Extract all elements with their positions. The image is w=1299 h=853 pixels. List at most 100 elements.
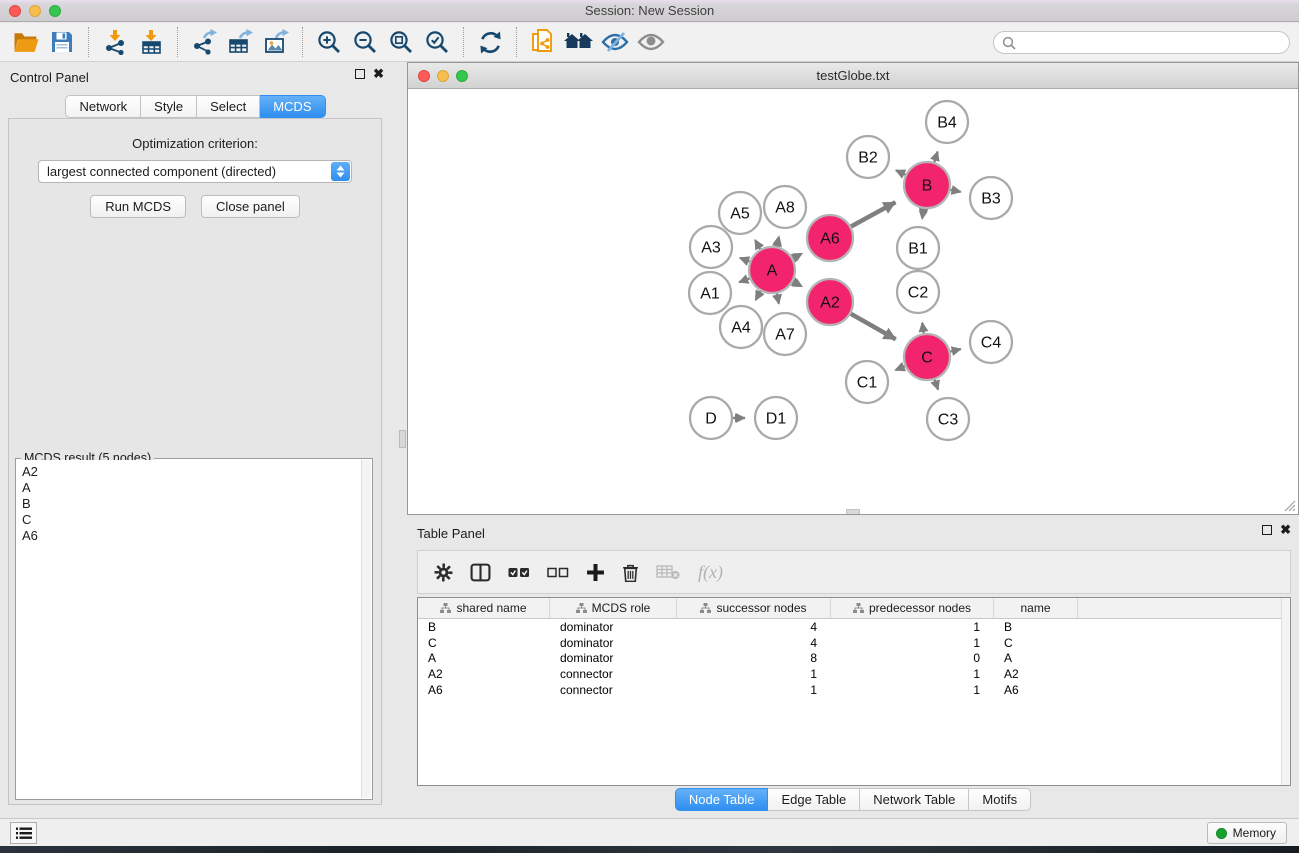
table-cell[interactable]: A [994, 651, 1078, 665]
export-image-icon[interactable] [258, 26, 294, 58]
mcds-result-item[interactable]: A6 [22, 528, 356, 544]
hierarchy-icon [853, 603, 864, 614]
table-cell[interactable]: A [418, 651, 550, 665]
table-scrollbar[interactable] [1281, 598, 1290, 785]
show-all-icon[interactable] [633, 26, 669, 58]
search-input[interactable] [993, 31, 1290, 54]
import-table-icon[interactable] [133, 26, 169, 58]
memory-button[interactable]: Memory [1207, 822, 1287, 844]
network-window-titlebar[interactable]: testGlobe.txt [408, 63, 1298, 89]
add-row-icon[interactable] [586, 563, 605, 582]
graph-node-label-A1: A1 [700, 286, 720, 303]
close-panel-icon[interactable]: ✖ [373, 69, 384, 79]
column-header-label: MCDS role [592, 601, 651, 615]
table-cell[interactable]: A6 [418, 683, 550, 697]
column-header-mcds-role[interactable]: MCDS role [550, 598, 677, 618]
tab-node-table[interactable]: Node Table [675, 788, 769, 811]
close-panel-button[interactable]: Close panel [201, 195, 300, 218]
graph-edge-A6-B[interactable] [851, 202, 895, 226]
zoom-fit-icon[interactable] [383, 26, 419, 58]
table-cell[interactable]: dominator [550, 620, 677, 634]
table-cell[interactable]: A2 [418, 667, 550, 681]
tab-style[interactable]: Style [141, 95, 197, 118]
column-header-successor-nodes[interactable]: successor nodes [677, 598, 831, 618]
table-cell[interactable]: 1 [831, 683, 994, 697]
network-canvas[interactable]: AA1A2A3A4A5A6A7A8BB1B2B3B4CC1C2C3C4DD1 [408, 90, 1298, 514]
table-cell[interactable]: dominator [550, 651, 677, 665]
table-cell[interactable]: 1 [831, 620, 994, 634]
zoom-in-icon[interactable] [311, 26, 347, 58]
result-scrollbar[interactable] [361, 460, 371, 798]
tab-mcds[interactable]: MCDS [260, 95, 325, 118]
graph-node-label-D: D [705, 411, 717, 428]
table-settings-icon[interactable] [434, 563, 453, 582]
mcds-result-item[interactable]: A [22, 480, 356, 496]
deselect-all-icon[interactable] [547, 566, 569, 579]
table-row[interactable]: Cdominator41C [418, 635, 1290, 651]
tab-network[interactable]: Network [65, 95, 141, 118]
table-cell[interactable]: 4 [677, 636, 831, 650]
column-header-shared-name[interactable]: shared name [418, 598, 550, 618]
import-network-icon[interactable] [97, 26, 133, 58]
column-header-predecessor-nodes[interactable]: predecessor nodes [831, 598, 994, 618]
panel-divider-handle[interactable] [399, 430, 406, 448]
table-cell[interactable]: C [994, 636, 1078, 650]
mcds-result-item[interactable]: A2 [22, 464, 356, 480]
mcds-result-list[interactable]: A2ABCA6 [17, 460, 361, 798]
export-network-icon[interactable] [186, 26, 222, 58]
table-cell[interactable]: A6 [994, 683, 1078, 697]
table-cell[interactable]: 1 [831, 636, 994, 650]
table-cell[interactable]: B [994, 620, 1078, 634]
table-cell[interactable]: 1 [677, 667, 831, 681]
table-cell[interactable]: connector [550, 683, 677, 697]
network-window-title: testGlobe.txt [408, 68, 1298, 83]
open-session-icon[interactable] [525, 26, 561, 58]
run-mcds-button[interactable]: Run MCDS [90, 195, 186, 218]
table-row[interactable]: A2connector11A2 [418, 666, 1290, 682]
desktop-background [0, 846, 1299, 853]
table-close-panel-icon[interactable]: ✖ [1280, 525, 1291, 535]
graph-edge-A2-C[interactable] [851, 314, 896, 339]
table-cell[interactable]: 1 [677, 683, 831, 697]
open-file-icon[interactable] [8, 26, 44, 58]
float-panel-icon[interactable] [355, 69, 365, 79]
task-history-button[interactable] [10, 822, 37, 844]
table-cell[interactable]: B [418, 620, 550, 634]
canvas-hscroll-thumb[interactable] [846, 509, 860, 514]
select-all-icon[interactable] [508, 566, 530, 579]
table-body: Bdominator41BCdominator41CAdominator80AA… [418, 619, 1290, 698]
window-resize-grip[interactable] [1282, 498, 1296, 512]
home-view-icon[interactable] [561, 26, 597, 58]
column-selector-icon[interactable] [470, 563, 491, 582]
table-cell[interactable]: 0 [831, 651, 994, 665]
export-table-icon[interactable] [222, 26, 258, 58]
svg-text:f(x): f(x) [698, 562, 723, 583]
tab-network-table[interactable]: Network Table [860, 788, 969, 811]
table-float-panel-icon[interactable] [1262, 525, 1272, 535]
criterion-dropdown[interactable]: largest connected component (directed) [38, 160, 352, 183]
edge-source-arrow [952, 186, 963, 197]
table-cell[interactable]: A2 [994, 667, 1078, 681]
table-cell[interactable]: 1 [831, 667, 994, 681]
hide-selected-icon[interactable] [597, 26, 633, 58]
table-row[interactable]: A6connector11A6 [418, 682, 1290, 698]
mcds-result-item[interactable]: C [22, 512, 356, 528]
table-row[interactable]: Adominator80A [418, 651, 1290, 667]
column-header-name[interactable]: name [994, 598, 1078, 618]
table-cell[interactable]: connector [550, 667, 677, 681]
table-cell[interactable]: dominator [550, 636, 677, 650]
table-row[interactable]: Bdominator41B [418, 619, 1290, 635]
zoom-out-icon[interactable] [347, 26, 383, 58]
node-table: shared name MCDS role successor nodesprede… [417, 597, 1291, 786]
tab-edge-table[interactable]: Edge Table [768, 788, 860, 811]
table-cell[interactable]: C [418, 636, 550, 650]
table-cell[interactable]: 8 [677, 651, 831, 665]
tab-select[interactable]: Select [197, 95, 260, 118]
zoom-selected-icon[interactable] [419, 26, 455, 58]
save-session-icon[interactable] [44, 26, 80, 58]
mcds-result-item[interactable]: B [22, 496, 356, 512]
apply-layout-icon[interactable] [472, 26, 508, 58]
delete-rows-icon[interactable] [622, 563, 639, 582]
tab-motifs[interactable]: Motifs [969, 788, 1031, 811]
table-cell[interactable]: 4 [677, 620, 831, 634]
